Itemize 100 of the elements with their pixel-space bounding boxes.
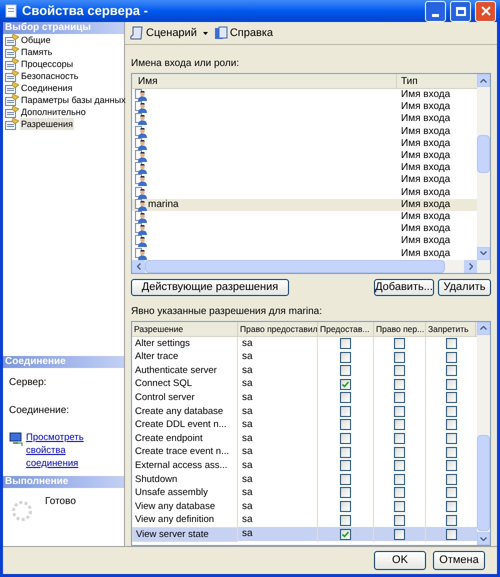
close-button[interactable]	[475, 0, 496, 22]
permission-row[interactable]: Authenticate server sa	[132, 364, 477, 378]
checkbox[interactable]	[340, 460, 351, 472]
login-row[interactable]: Имя входа	[132, 223, 477, 236]
checkbox[interactable]	[340, 338, 351, 349]
maximize-button[interactable]	[450, 0, 471, 22]
ok-button[interactable]: OK	[374, 551, 426, 570]
login-row[interactable]: Имя входа	[132, 247, 477, 260]
permission-row[interactable]: External access ass... sa	[132, 458, 477, 473]
scroll-thumb[interactable]	[145, 260, 445, 273]
login-row[interactable]: Имя входа	[132, 150, 477, 162]
checkbox[interactable]	[340, 419, 351, 430]
checkbox[interactable]	[446, 514, 456, 526]
login-row[interactable]: Имя входа	[132, 101, 477, 114]
checkbox[interactable]	[394, 433, 405, 444]
login-row[interactable]: Имя входа	[132, 186, 477, 199]
sidebar-item[interactable]: Соединения	[3, 82, 124, 94]
toolbar-button[interactable]: Сценарий	[130, 24, 208, 42]
checkbox[interactable]	[446, 433, 456, 444]
column-header[interactable]: Тип	[397, 74, 477, 88]
checkbox[interactable]	[446, 501, 456, 512]
column-header[interactable]: Имя	[132, 74, 397, 88]
column-header[interactable]: Разрешение	[132, 322, 238, 336]
cancel-button[interactable]: Отмена	[433, 551, 485, 570]
checkbox[interactable]	[394, 352, 405, 363]
checkbox[interactable]	[340, 365, 351, 376]
permission-row[interactable]: Unsafe assembly sa	[132, 486, 477, 500]
checkbox[interactable]	[340, 528, 351, 540]
checkbox[interactable]	[394, 487, 405, 498]
vertical-scrollbar[interactable]	[477, 74, 490, 260]
checkbox[interactable]	[446, 474, 456, 485]
login-row[interactable]: Имя входа	[132, 174, 477, 186]
login-row[interactable]: marina Имя входа	[132, 198, 477, 211]
checkbox[interactable]	[340, 487, 351, 498]
checkbox[interactable]	[394, 378, 405, 390]
checkbox[interactable]	[394, 338, 405, 349]
permission-row[interactable]: Alter settings sa	[132, 336, 477, 350]
checkbox[interactable]	[340, 501, 351, 512]
checkbox[interactable]	[446, 392, 456, 404]
horizontal-scrollbar[interactable]	[132, 260, 490, 273]
minimize-button[interactable]	[425, 0, 446, 22]
checkbox[interactable]	[340, 378, 351, 390]
sidebar-item[interactable]: Разрешения	[3, 118, 124, 130]
scroll-thumb[interactable]	[477, 135, 490, 173]
checkbox[interactable]	[394, 474, 405, 485]
checkbox[interactable]	[394, 446, 405, 458]
checkbox[interactable]	[340, 392, 351, 404]
permission-row[interactable]: Create any database sa	[132, 404, 477, 418]
login-row[interactable]: Имя входа	[132, 210, 477, 224]
checkbox[interactable]	[446, 419, 456, 430]
permission-row[interactable]: Control server sa	[132, 391, 477, 405]
scroll-down-button[interactable]	[477, 532, 490, 545]
login-row[interactable]: Имя входа	[132, 89, 477, 102]
view-connection-link[interactable]: Просмотреть свойства соединения	[26, 431, 118, 470]
checkbox[interactable]	[446, 378, 456, 390]
column-header[interactable]: Право предоставил	[238, 322, 318, 336]
login-row[interactable]: Имя входа	[132, 126, 477, 138]
sidebar-item[interactable]: Процессоры	[3, 58, 124, 70]
checkbox[interactable]	[340, 446, 351, 458]
checkbox[interactable]	[340, 474, 351, 485]
permission-row[interactable]: View server state sa	[132, 526, 477, 541]
permission-row[interactable]: Create DDL event n... sa	[132, 418, 477, 432]
checkbox[interactable]	[394, 514, 405, 526]
sidebar-item[interactable]: Параметры базы данных	[3, 94, 124, 106]
permission-row[interactable]: Create trace event n... sa	[132, 445, 477, 459]
sidebar-item[interactable]: Память	[3, 46, 124, 58]
column-header[interactable]: Право пер...	[374, 322, 426, 336]
checkbox[interactable]	[394, 501, 405, 512]
checkbox[interactable]	[394, 392, 405, 404]
checkbox[interactable]	[446, 406, 456, 417]
column-header[interactable]: Запретить	[426, 322, 476, 336]
sidebar-item[interactable]: Общие	[3, 34, 124, 46]
checkbox[interactable]	[394, 460, 405, 472]
checkbox[interactable]	[340, 352, 351, 363]
checkbox[interactable]	[446, 528, 456, 540]
checkbox[interactable]	[394, 419, 405, 430]
scroll-right-button[interactable]	[464, 260, 477, 273]
checkbox[interactable]	[394, 406, 405, 417]
vertical-scrollbar[interactable]	[477, 322, 490, 545]
sidebar-item[interactable]: Дополнительно	[3, 106, 124, 118]
scroll-up-button[interactable]	[477, 322, 490, 335]
checkbox[interactable]	[340, 406, 351, 417]
checkbox[interactable]	[446, 338, 456, 349]
sidebar-item[interactable]: Безопасность	[3, 70, 124, 82]
checkbox[interactable]	[446, 446, 456, 458]
checkbox[interactable]	[340, 433, 351, 444]
checkbox[interactable]	[394, 528, 405, 540]
permission-row[interactable]: Create endpoint sa	[132, 432, 477, 446]
checkbox[interactable]	[340, 514, 351, 526]
checkbox[interactable]	[446, 352, 456, 363]
scroll-down-button[interactable]	[477, 246, 490, 260]
checkbox[interactable]	[446, 487, 456, 498]
login-row[interactable]: Имя входа	[132, 235, 477, 248]
effective-permissions-button[interactable]: Действующие разрешения	[131, 278, 289, 296]
permission-row[interactable]: Shutdown sa	[132, 472, 477, 486]
login-row[interactable]: Имя входа	[132, 162, 477, 174]
scroll-thumb[interactable]	[477, 434, 490, 531]
toolbar-button[interactable]: Справка	[214, 24, 273, 42]
add-button[interactable]: Добавить...	[374, 278, 434, 296]
remove-button[interactable]: Удалить	[438, 278, 491, 296]
